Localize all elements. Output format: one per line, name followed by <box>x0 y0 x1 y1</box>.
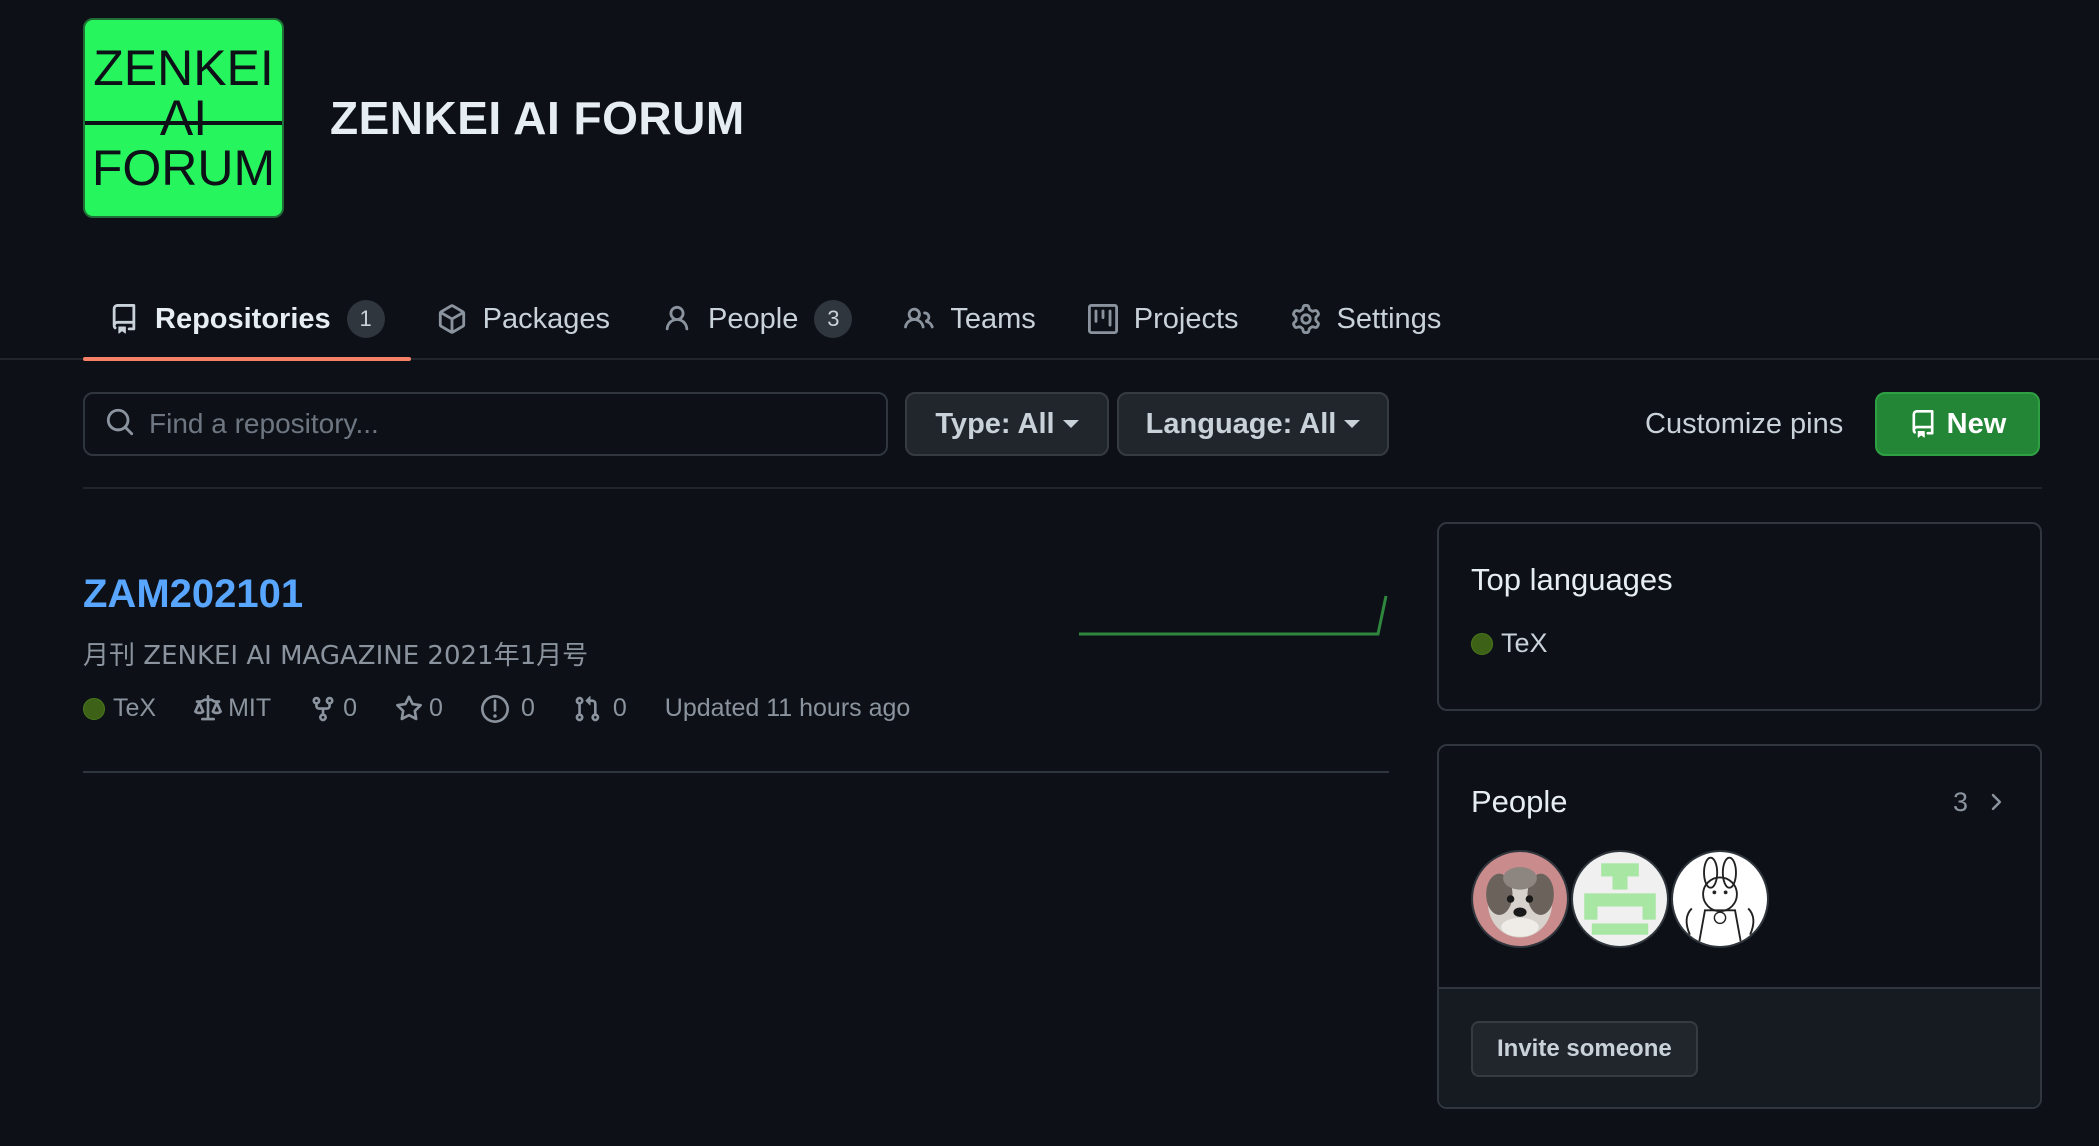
type-filter-button[interactable]: Type: All <box>905 392 1109 456</box>
project-icon <box>1087 304 1118 334</box>
repo-forks-count: 0 <box>343 694 358 722</box>
tab-label: Packages <box>482 302 611 335</box>
language-color-dot <box>1471 632 1493 655</box>
tab-projects[interactable]: Projects <box>1062 278 1265 360</box>
avatar[interactable] <box>1471 850 1569 948</box>
org-name: ZENKEI AI FORUM <box>330 92 745 144</box>
repo-stars-count: 0 <box>429 694 443 722</box>
tab-label: Teams <box>950 302 1036 335</box>
new-repo-button[interactable]: New <box>1875 392 2040 456</box>
tab-label: Projects <box>1133 302 1239 335</box>
repo-language: TeX <box>83 694 156 723</box>
language-filter-button[interactable]: Language: All <box>1117 392 1389 456</box>
repo-license-label: MIT <box>228 694 272 722</box>
fork-icon <box>312 696 334 721</box>
avatar[interactable] <box>1571 850 1669 948</box>
repo-icon <box>1912 410 1934 438</box>
filter-divider <box>83 487 2042 489</box>
repo-description: 月刊 ZENKEI AI MAGAZINE 2021年1月号 <box>83 641 589 671</box>
top-languages-box: Top languages TeX <box>1437 522 2042 711</box>
caret-down-icon <box>1062 420 1079 428</box>
person-icon <box>662 304 692 334</box>
repo-issues[interactable]: 0 <box>480 694 535 723</box>
tab-label: Repositories <box>155 302 331 335</box>
repo-updated: Updated 11 hours ago <box>664 694 911 722</box>
language-color-dot <box>83 697 105 720</box>
type-filter-label: Type: All <box>935 407 1055 440</box>
tab-label: Settings <box>1336 302 1442 335</box>
search-input[interactable] <box>149 408 849 440</box>
logo-line-3: FORUM <box>91 140 276 196</box>
logo-line-1: ZENKEI <box>93 40 274 96</box>
tab-people[interactable]: People 3 <box>636 278 878 360</box>
new-button-label: New <box>1946 407 2007 440</box>
repo-language-label: TeX <box>113 694 157 722</box>
issue-icon <box>480 694 509 723</box>
language-filter-label: Language: All <box>1145 407 1337 440</box>
pull-request-icon <box>575 695 600 721</box>
repo-search[interactable] <box>83 392 888 456</box>
invite-someone-button[interactable]: Invite someone <box>1471 1021 1698 1077</box>
people-box: People 3 Invite someone <box>1437 744 2042 1109</box>
identicon-avatar-image <box>1573 852 1667 946</box>
dog-avatar-image <box>1473 852 1567 946</box>
law-icon <box>194 694 223 720</box>
customize-pins-button[interactable]: Customize pins <box>1645 408 1843 441</box>
tab-repositories[interactable]: Repositories 1 <box>83 278 411 361</box>
org-nav-tabs: Repositories 1 Packages People 3 Teams P… <box>83 278 1468 361</box>
top-languages-title: Top languages <box>1471 562 1673 597</box>
package-icon <box>437 304 467 334</box>
top-language-label: TeX <box>1501 628 1548 658</box>
people-icon <box>904 304 934 334</box>
gear-icon <box>1291 304 1321 334</box>
avatar[interactable] <box>1671 850 1769 948</box>
chevron-right-icon <box>1991 793 2002 811</box>
repo-forks[interactable]: 0 <box>309 694 357 723</box>
people-footer: Invite someone <box>1439 989 2040 1107</box>
repo-pulls-count: 0 <box>612 694 627 722</box>
people-header: People 3 <box>1439 746 2040 820</box>
tab-packages[interactable]: Packages <box>411 278 636 360</box>
org-logo: ZENKEI AI FORUM <box>83 18 284 218</box>
top-language-item: TeX <box>1471 628 2008 659</box>
activity-sparkline <box>1079 595 1388 636</box>
tab-label: People <box>708 302 799 335</box>
people-count-link[interactable]: 3 <box>1953 787 2008 818</box>
org-header: ZENKEI AI FORUM ZENKEI AI FORUM <box>83 18 745 218</box>
repo-divider <box>83 771 1389 773</box>
people-avatars <box>1439 820 2040 948</box>
repo-license: MIT <box>194 694 271 723</box>
repo-issues-count: 0 <box>520 694 535 722</box>
people-counter: 3 <box>814 300 853 338</box>
search-icon <box>105 407 135 442</box>
star-icon <box>396 694 423 720</box>
tab-teams[interactable]: Teams <box>878 278 1061 360</box>
repo-stars[interactable]: 0 <box>395 694 443 723</box>
tab-settings[interactable]: Settings <box>1265 278 1468 360</box>
repositories-counter: 1 <box>346 300 385 338</box>
repo-pulls[interactable]: 0 <box>573 694 627 723</box>
logo-divider <box>85 121 282 125</box>
people-count: 3 <box>1952 786 1968 817</box>
drawn-character-avatar-image <box>1673 852 1767 946</box>
caret-down-icon <box>1344 420 1361 428</box>
repo-meta: TeX MIT 0 0 0 0 Updated 11 hours ago <box>83 694 1389 723</box>
people-title: People <box>1471 784 1568 819</box>
logo-line-2: AI <box>159 90 208 146</box>
repo-icon <box>109 304 139 334</box>
